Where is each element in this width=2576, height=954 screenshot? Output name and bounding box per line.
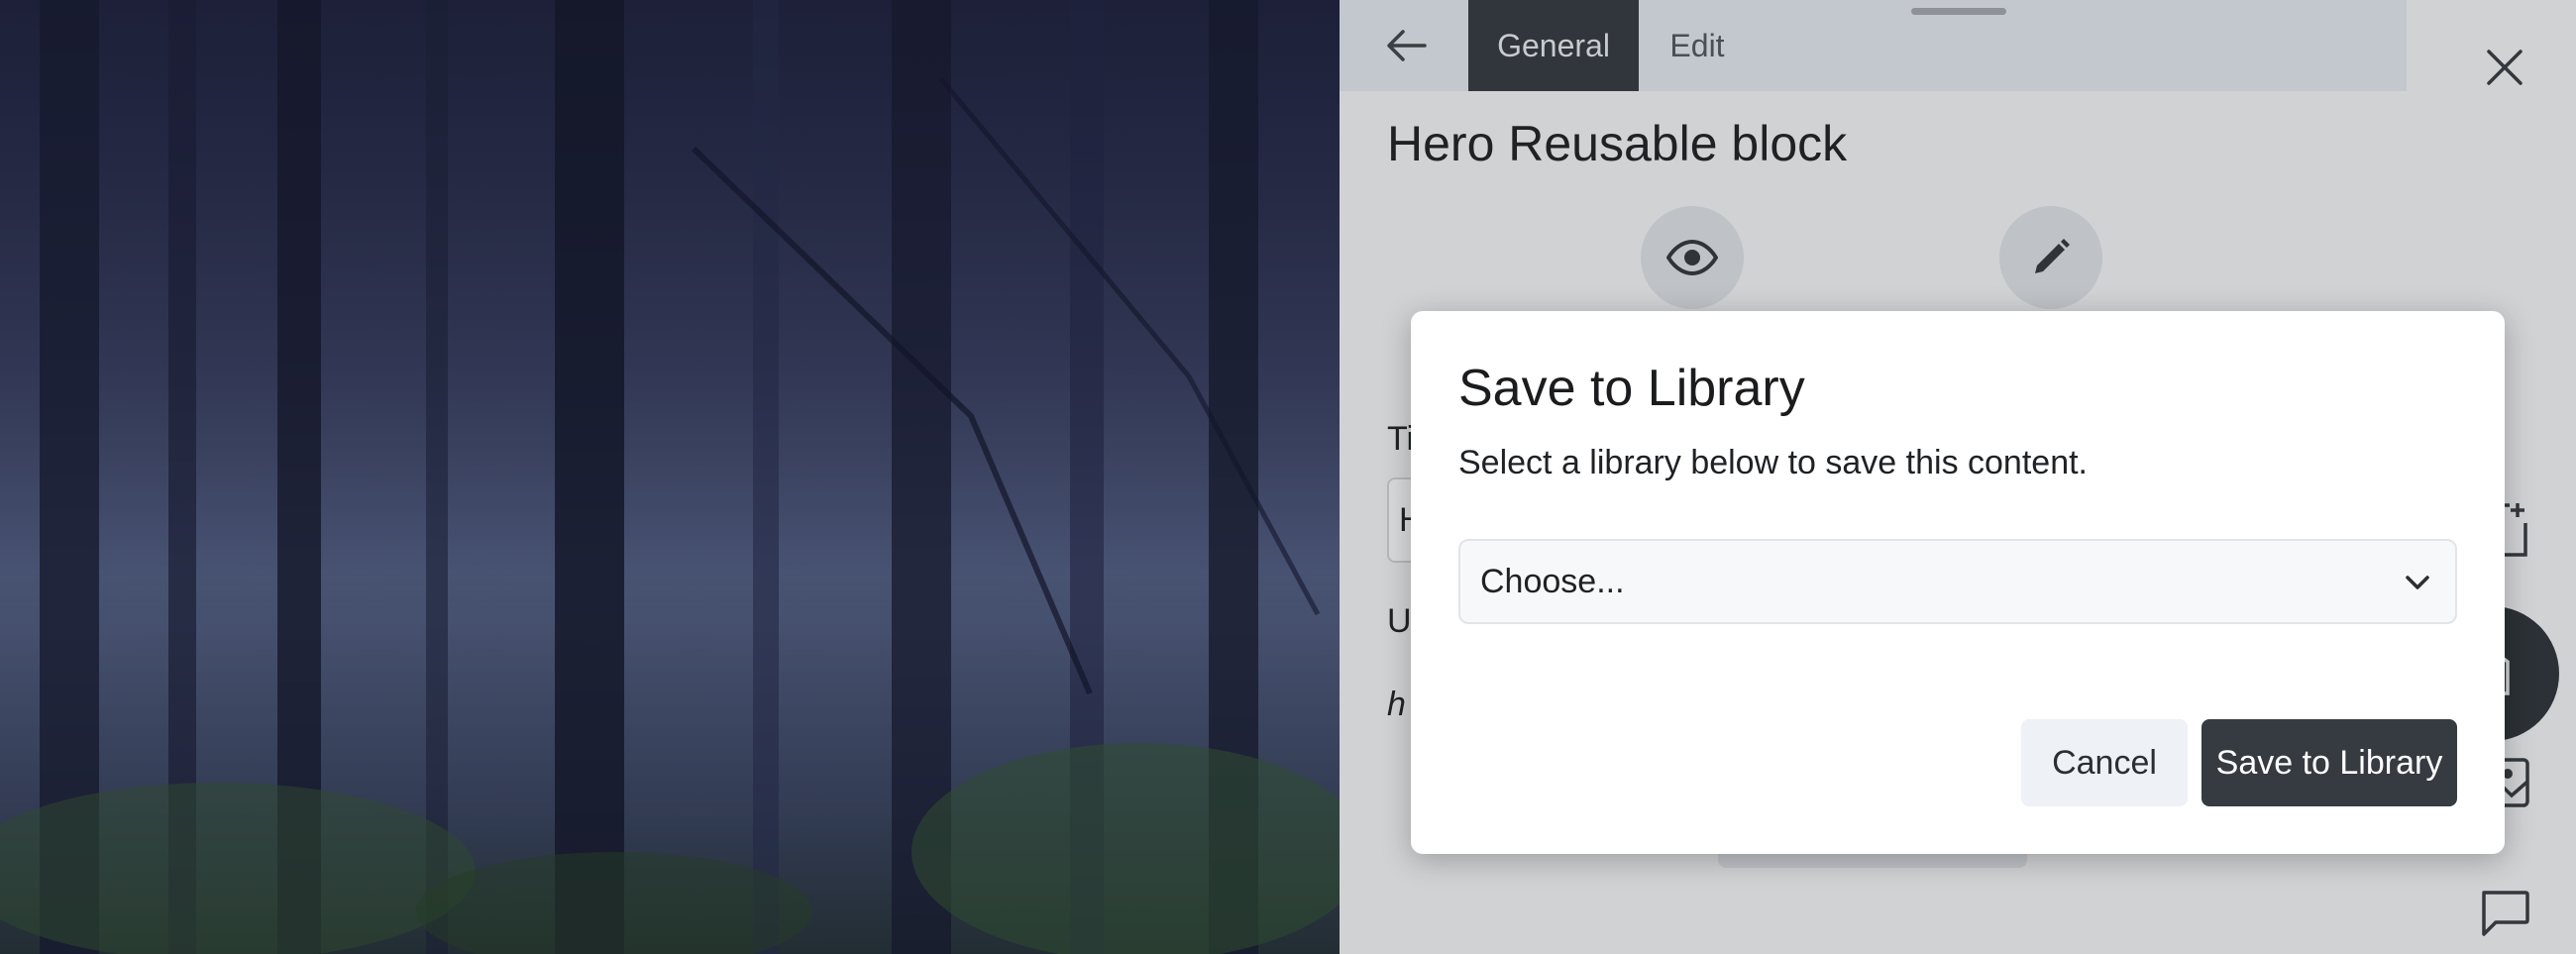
pencil-icon — [2035, 239, 2070, 273]
library-select-value: Choose... — [1480, 563, 1625, 600]
tab-edit[interactable]: Edit — [1639, 0, 1756, 91]
chevron-down-icon — [2406, 576, 2429, 589]
url-field-label: U — [1387, 602, 1412, 640]
drag-handle[interactable] — [1911, 8, 2006, 15]
arrow-left-icon — [1387, 30, 1427, 61]
page-title: Hero Reusable block — [1387, 116, 1848, 171]
cancel-button[interactable]: Cancel — [2021, 719, 2188, 806]
save-to-library-button[interactable]: Save to Library — [2201, 719, 2457, 806]
close-button[interactable] — [2473, 36, 2536, 99]
tab-general[interactable]: General — [1468, 0, 1639, 91]
library-select[interactable]: Choose... — [1458, 539, 2457, 624]
view-button[interactable] — [1641, 206, 1744, 309]
background-forest-image — [0, 0, 1340, 954]
dialog-description: Select a library below to save this cont… — [1458, 444, 2088, 481]
comment-icon — [2482, 891, 2529, 936]
close-icon — [2487, 50, 2522, 85]
comment-button[interactable] — [2473, 884, 2536, 943]
url-value: h — [1387, 686, 1406, 723]
back-button[interactable] — [1379, 18, 1435, 73]
edit-button[interactable] — [1999, 206, 2102, 309]
title-field-label: Ti — [1387, 420, 1415, 458]
dialog-title: Save to Library — [1458, 360, 1805, 417]
eye-icon — [1666, 240, 1718, 275]
save-to-library-dialog: Save to Library Select a library below t… — [1411, 311, 2505, 854]
